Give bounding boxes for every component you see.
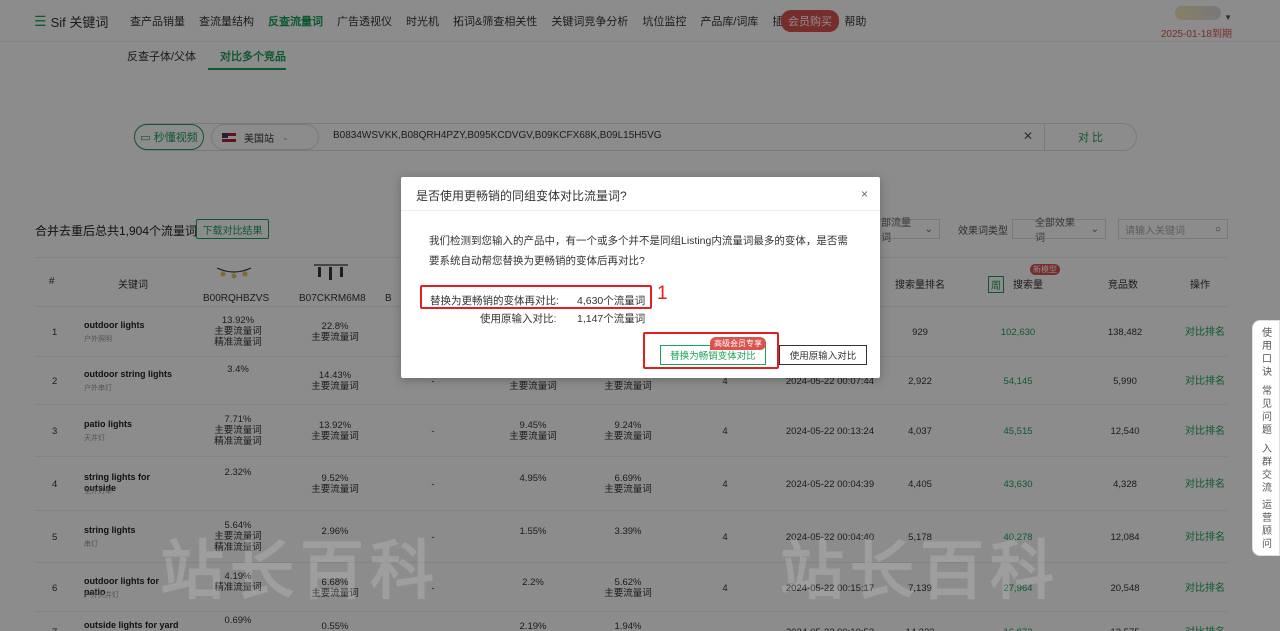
option-original-label: 使用原输入对比: [480, 313, 557, 325]
variant-compare-dialog: 是否使用更畅销的同组变体对比流量词? × 我们检测到您输入的产品中，有一个或多个… [401, 177, 880, 378]
watermark: 站长百科 [160, 535, 440, 607]
dialog-message: 我们检测到您输入的产品中，有一个或多个并不是同组Listing内流量词最多的变体… [429, 235, 848, 267]
annotation-number: 1 [657, 283, 668, 304]
use-original-compare-button[interactable]: 使用原输入对比 [779, 345, 867, 365]
annotation-box [420, 285, 652, 309]
side-item-tips[interactable]: 使用口诀 [1261, 327, 1273, 379]
option-original-value: 1,147个流量词 [577, 313, 646, 325]
side-item-faq[interactable]: 常见问题 [1261, 385, 1273, 437]
side-float-panel: 使用口诀 常见问题 入群交流 运营顾问 [1252, 320, 1280, 556]
close-icon[interactable]: × [861, 187, 868, 201]
dialog-divider [401, 210, 880, 211]
side-item-group[interactable]: 入群交流 [1261, 443, 1273, 495]
side-item-consultant[interactable]: 运营顾问 [1261, 499, 1273, 551]
dialog-title: 是否使用更畅销的同组变体对比流量词? [416, 189, 627, 203]
watermark: 站长百科 [780, 535, 1060, 607]
premium-member-badge: 高级会员专享 [710, 337, 766, 350]
